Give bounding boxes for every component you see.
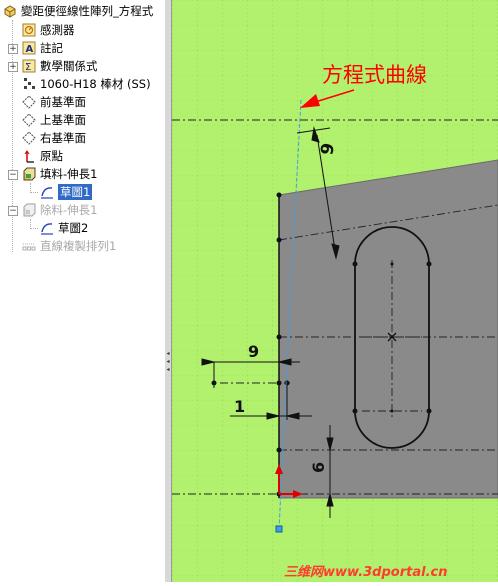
tree-root-label: 變距便徑線性陣列_方程式 <box>21 4 154 18</box>
annotation-label: 方程式曲線 <box>322 63 427 87</box>
material-icon <box>22 77 36 91</box>
extrude-icon <box>22 167 36 181</box>
tree-item-sketch1[interactable]: 草圖1 <box>40 183 93 201</box>
collapse-cut-toggle[interactable]: − <box>8 206 18 216</box>
dim-left-lower-text[interactable]: 1 <box>234 397 245 416</box>
tree-item-label: 數學關係式 <box>40 59 98 73</box>
tree-item-equations[interactable]: Σ 數學關係式 <box>22 57 98 75</box>
dim-bottom-text[interactable]: 6 <box>309 462 328 473</box>
tree-item-material[interactable]: 1060-H18 棒材 (SS) <box>22 75 151 93</box>
tree-item-label: 草圖2 <box>58 221 89 235</box>
cut-extrude-icon <box>22 203 36 217</box>
graphics-area[interactable]: 6 9 1 6 方程式曲線 三维网www.3dportal.cn <box>172 0 498 582</box>
tree-root-part[interactable]: 變距便徑線性陣列_方程式 <box>3 2 153 20</box>
sketch-icon <box>40 221 54 235</box>
tree-item-label: 直線複製排列1 <box>40 239 117 253</box>
equations-icon: Σ <box>22 59 36 73</box>
sensor-icon <box>22 23 36 37</box>
sketch-view[interactable]: 6 9 1 6 方程式曲線 三维网www.3dportal.cn <box>172 0 498 582</box>
watermark: 三维网www.3dportal.cn <box>284 564 447 580</box>
tree-item-label: 上基準面 <box>40 113 86 127</box>
tree-item-label: 前基準面 <box>40 95 86 109</box>
tree-item-label: 註記 <box>40 41 63 55</box>
tree-item-label: 1060-H18 棒材 (SS) <box>40 77 151 91</box>
expand-annotations-toggle[interactable]: + <box>8 44 18 54</box>
svg-text:Σ: Σ <box>25 62 31 73</box>
plane-icon <box>22 113 36 127</box>
tree-item-label: 右基準面 <box>40 131 86 145</box>
tree-item-label: 原點 <box>40 149 63 163</box>
plane-icon <box>22 95 36 109</box>
tree-item-front-plane[interactable]: 前基準面 <box>22 93 86 111</box>
plane-icon <box>22 131 36 145</box>
annotations-icon: A <box>22 41 36 55</box>
tree-item-label: 填料-伸長1 <box>40 167 98 181</box>
tree-item-cut-extrude[interactable]: 除料-伸長1 <box>22 201 97 219</box>
collapse-extrude-toggle[interactable]: − <box>8 170 18 180</box>
tree-item-label: 除料-伸長1 <box>40 203 98 217</box>
linear-pattern-icon <box>22 239 36 253</box>
curve-endpoint[interactable] <box>275 525 283 533</box>
tree-connector <box>12 20 13 252</box>
tree-item-top-plane[interactable]: 上基準面 <box>22 111 86 129</box>
collapse-panel-icon[interactable]: ◂ ◂ ◂ <box>165 350 171 380</box>
origin-icon <box>22 149 36 163</box>
expand-equations-toggle[interactable]: + <box>8 62 18 72</box>
tree-connector <box>30 192 38 193</box>
part-icon <box>3 4 17 18</box>
tree-item-label: 草圖1 <box>58 184 93 200</box>
panel-splitter[interactable]: ◂ ◂ ◂ <box>165 0 172 582</box>
tree-item-linear-pattern[interactable]: 直線複製排列1 <box>22 237 116 255</box>
tree-item-origin[interactable]: 原點 <box>22 147 63 165</box>
tree-item-right-plane[interactable]: 右基準面 <box>22 129 86 147</box>
svg-text:A: A <box>26 44 34 55</box>
tree-item-sensors[interactable]: 感測器 <box>22 21 75 39</box>
tree-connector <box>30 228 38 229</box>
tree-item-annotations[interactable]: A 註記 <box>22 39 63 57</box>
tree-item-boss-extrude[interactable]: 填料-伸長1 <box>22 165 97 183</box>
feature-manager-tree: 變距便徑線性陣列_方程式 感測器 + A 註記 + Σ 數學關係式 1060-H… <box>0 0 166 582</box>
tree-item-sketch2[interactable]: 草圖2 <box>40 219 88 237</box>
tree-item-label: 感測器 <box>40 23 75 37</box>
dim-left-upper-text[interactable]: 9 <box>248 342 259 361</box>
sketch-icon <box>40 185 54 199</box>
